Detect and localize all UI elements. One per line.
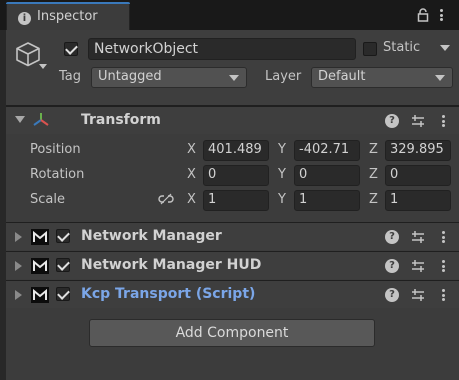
position-y-label[interactable]: Y xyxy=(278,142,286,157)
static-dropdown-icon[interactable] xyxy=(440,45,450,51)
position-z-field[interactable]: 329.895 xyxy=(385,140,451,161)
foldout-closed-icon[interactable] xyxy=(15,232,22,242)
component-kcp-transport[interactable]: Kcp Transport (Script) ? xyxy=(6,280,459,308)
static-checkbox[interactable] xyxy=(363,42,377,56)
add-component-button[interactable]: Add Component xyxy=(89,319,375,347)
rotation-y-label[interactable]: Y xyxy=(278,167,286,182)
position-z-label[interactable]: Z xyxy=(369,142,378,157)
tag-label: Tag xyxy=(59,69,82,84)
component-tools: ? xyxy=(385,230,449,244)
transform-tools: ? xyxy=(385,114,449,128)
position-x-label[interactable]: X xyxy=(187,142,196,157)
foldout-closed-icon[interactable] xyxy=(15,261,22,271)
component-network-manager-hud[interactable]: Network Manager HUD ? xyxy=(6,251,459,279)
component-title-script-link[interactable]: Kcp Transport (Script) xyxy=(81,286,255,302)
mirror-script-icon xyxy=(31,287,49,303)
help-icon[interactable]: ? xyxy=(385,288,399,302)
rotation-x-label[interactable]: X xyxy=(187,167,196,182)
component-network-manager[interactable]: Network Manager ? xyxy=(6,222,459,250)
scale-z-label[interactable]: Z xyxy=(369,192,378,207)
scale-y-field[interactable]: 1 xyxy=(294,190,360,211)
active-checkbox[interactable] xyxy=(64,42,78,56)
gameobject-header: NetworkObject Static Tag Untagged Layer … xyxy=(6,30,459,106)
constrain-proportions-icon[interactable] xyxy=(158,193,174,205)
help-icon[interactable]: ? xyxy=(385,230,399,244)
help-icon[interactable]: ? xyxy=(385,259,399,273)
rotation-label: Rotation xyxy=(30,167,85,182)
scale-label: Scale xyxy=(30,192,65,207)
position-y-field[interactable]: -402.71 xyxy=(294,140,360,161)
tab-tools xyxy=(417,8,447,22)
inspector-panel: NetworkObject Static Tag Untagged Layer … xyxy=(6,30,459,380)
component-title: Network Manager xyxy=(81,228,222,244)
tab-inspector[interactable]: i Inspector xyxy=(6,2,130,30)
transform-gizmo-icon xyxy=(32,112,50,131)
component-enabled-checkbox[interactable] xyxy=(56,287,70,301)
preset-icon[interactable] xyxy=(411,114,425,128)
foldout-closed-icon[interactable] xyxy=(15,290,22,300)
object-name-field[interactable]: NetworkObject xyxy=(88,38,356,60)
help-icon[interactable]: ? xyxy=(385,114,399,128)
scale-z-field[interactable]: 1 xyxy=(385,190,451,211)
component-menu-icon[interactable] xyxy=(437,288,449,302)
info-icon: i xyxy=(18,12,31,25)
tab-menu-icon[interactable] xyxy=(435,8,447,22)
tab-label: Inspector xyxy=(37,9,98,24)
rotation-y-field[interactable]: 0 xyxy=(294,165,360,186)
scale-y-label[interactable]: Y xyxy=(278,192,286,207)
component-menu-icon[interactable] xyxy=(437,114,449,128)
scale-x-field[interactable]: 1 xyxy=(203,190,269,211)
scale-x-label[interactable]: X xyxy=(187,192,196,207)
component-tools: ? xyxy=(385,259,449,273)
mirror-script-icon xyxy=(31,229,49,245)
component-enabled-checkbox[interactable] xyxy=(56,229,70,243)
preset-icon[interactable] xyxy=(411,259,425,273)
transform-header[interactable]: Transform ? xyxy=(6,106,459,134)
position-x-field[interactable]: 401.489 xyxy=(203,140,269,161)
rotation-z-label[interactable]: Z xyxy=(369,167,378,182)
tag-dropdown[interactable]: Untagged xyxy=(91,67,247,88)
component-menu-icon[interactable] xyxy=(437,230,449,244)
position-label: Position xyxy=(30,142,81,157)
foldout-open-icon[interactable] xyxy=(15,116,25,123)
static-label: Static xyxy=(383,40,421,55)
tab-bar: i Inspector xyxy=(0,0,459,30)
lock-icon[interactable] xyxy=(417,8,429,22)
mirror-script-icon xyxy=(31,258,49,274)
rotation-z-field[interactable]: 0 xyxy=(385,165,451,186)
component-tools: ? xyxy=(385,288,449,302)
preset-icon[interactable] xyxy=(411,288,425,302)
icon-dropdown-arrow-icon[interactable] xyxy=(39,64,47,69)
layer-dropdown[interactable]: Default xyxy=(311,67,453,88)
transform-title: Transform xyxy=(81,112,161,128)
gameobject-cube-icon[interactable] xyxy=(14,40,42,68)
component-title: Network Manager HUD xyxy=(81,257,262,273)
preset-icon[interactable] xyxy=(411,230,425,244)
rotation-x-field[interactable]: 0 xyxy=(203,165,269,186)
component-enabled-checkbox[interactable] xyxy=(56,258,70,272)
layer-label: Layer xyxy=(265,69,302,84)
component-menu-icon[interactable] xyxy=(437,259,449,273)
